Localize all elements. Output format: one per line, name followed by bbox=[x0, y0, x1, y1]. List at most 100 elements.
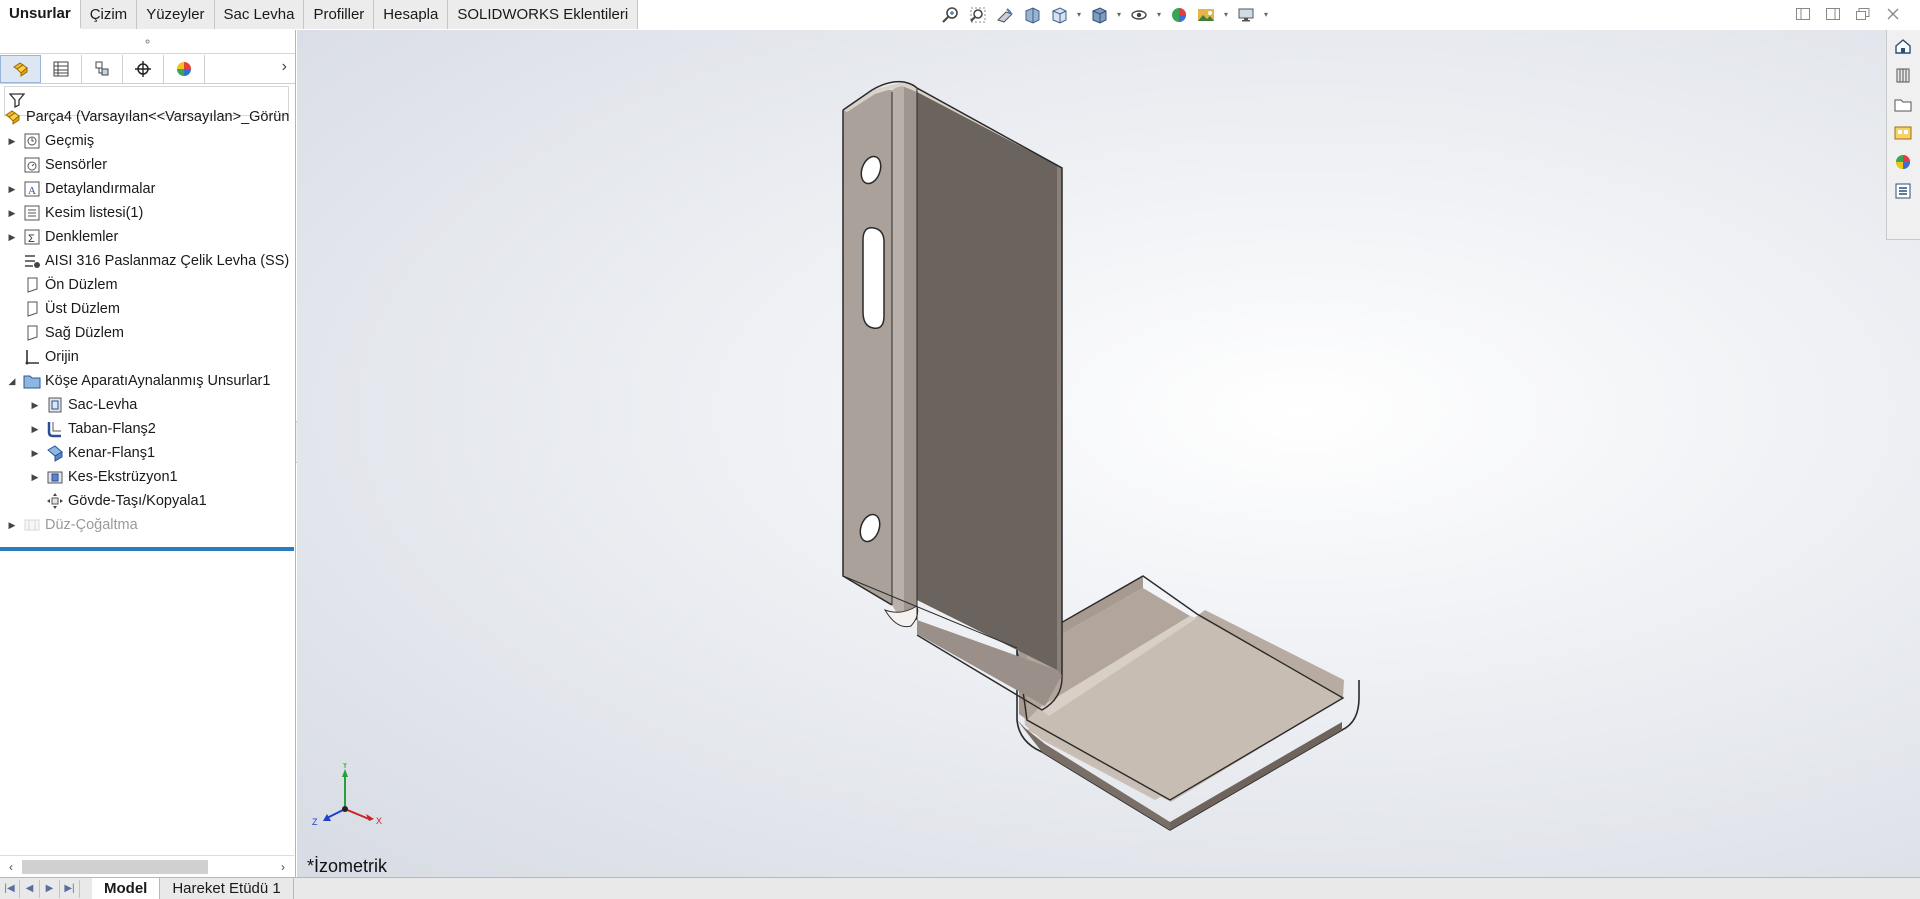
tree-item-folder[interactable]: ◢ Köşe AparatıAynalanmış Unsurlar1 bbox=[0, 369, 271, 393]
expand-arrow-icon[interactable]: ▶ bbox=[29, 441, 41, 465]
solidworks-resources-icon[interactable] bbox=[1889, 33, 1917, 59]
section-view-icon[interactable] bbox=[1021, 4, 1043, 26]
featuremanager-icon[interactable] bbox=[0, 54, 41, 83]
tree-item-plane[interactable]: Üst Düzlem bbox=[0, 297, 120, 321]
expand-arrow-icon[interactable]: ▶ bbox=[6, 225, 18, 249]
view-orientation-icon[interactable] bbox=[1048, 4, 1070, 26]
first-tab-icon[interactable]: |◀ bbox=[0, 879, 20, 898]
edit-appearance-icon[interactable] bbox=[1168, 4, 1190, 26]
next-tab-icon[interactable]: ▶ bbox=[40, 879, 60, 898]
tree-item-label: Üst Düzlem bbox=[45, 301, 120, 317]
heads-up-view-toolbar: ▾ ▾ ▾ ▾ ▾ bbox=[940, 3, 1270, 27]
bottom-tab-model[interactable]: Model bbox=[92, 877, 161, 899]
view-palette-icon[interactable] bbox=[1889, 120, 1917, 146]
graphics-area[interactable]: Y X Z *İzometrik bbox=[297, 30, 1920, 877]
tree-item-label: Köşe AparatıAynalanmış Unsurlar1 bbox=[45, 373, 271, 389]
sheet-metal-icon bbox=[45, 395, 65, 415]
tree-item-cut-extrude[interactable]: ▶ Kes-Ekstrüzyon1 bbox=[23, 465, 178, 489]
bottom-tab-hareket-etüdü-1[interactable]: Hareket Etüdü 1 bbox=[160, 877, 294, 899]
expand-arrow-icon[interactable]: ▶ bbox=[6, 201, 18, 225]
tab-unsurlar[interactable]: Unsurlar bbox=[0, 0, 81, 29]
restore-icon[interactable] bbox=[1854, 6, 1872, 22]
tab-çizim[interactable]: Çizim bbox=[80, 0, 138, 29]
expand-arrow-icon[interactable]: ▶ bbox=[29, 417, 41, 441]
scroll-right-icon[interactable]: › bbox=[272, 860, 294, 874]
tree-item-origin[interactable]: Orijin bbox=[0, 345, 79, 369]
expand-arrow-icon[interactable]: ▶ bbox=[6, 513, 18, 537]
tree-item-base-flange[interactable]: ▶ Taban-Flanş2 bbox=[23, 417, 156, 441]
configurationmanager-icon[interactable] bbox=[82, 54, 123, 83]
sensors-icon bbox=[22, 155, 42, 175]
chevron-down-icon[interactable]: ▾ bbox=[1222, 4, 1230, 26]
hide-show-items-icon[interactable] bbox=[1128, 4, 1150, 26]
tree-horizontal-scrollbar[interactable]: ‹ › bbox=[0, 855, 294, 877]
appearances-icon[interactable] bbox=[1889, 149, 1917, 175]
tree-item-annotations[interactable]: ▶ A Detaylandırmalar bbox=[0, 177, 156, 201]
tree-item-label: Detaylandırmalar bbox=[45, 181, 156, 197]
sheet-metal-bracket-model[interactable] bbox=[297, 30, 1920, 877]
custom-properties-icon[interactable] bbox=[1889, 178, 1917, 204]
expand-arrow-icon[interactable]: ▶ bbox=[29, 393, 41, 417]
tab-profiller[interactable]: Profiller bbox=[304, 0, 375, 29]
plane-icon bbox=[22, 275, 42, 295]
file-explorer-icon[interactable] bbox=[1889, 91, 1917, 117]
tab-hesapla[interactable]: Hesapla bbox=[374, 0, 449, 29]
base-flange-icon bbox=[45, 419, 65, 439]
tree-item-history[interactable]: ▶ Geçmiş bbox=[0, 129, 95, 153]
origin-icon bbox=[22, 347, 42, 367]
collapse-arrow-icon[interactable]: ◢ bbox=[6, 369, 18, 393]
tab-sac-levha[interactable]: Sac Levha bbox=[214, 0, 305, 29]
apply-scene-icon[interactable] bbox=[1195, 4, 1217, 26]
tree-item-label: Ön Düzlem bbox=[45, 277, 118, 293]
tree-item-material[interactable]: AISI 316 Paslanmaz Çelik Levha (SS) bbox=[0, 249, 289, 273]
zoom-to-fit-icon[interactable] bbox=[940, 4, 962, 26]
previous-view-icon[interactable] bbox=[994, 4, 1016, 26]
panel-grip[interactable]: ⚬ bbox=[0, 30, 295, 54]
rollback-bar[interactable] bbox=[0, 547, 294, 551]
zoom-to-area-icon[interactable] bbox=[967, 4, 989, 26]
chevron-right-icon[interactable]: › bbox=[282, 58, 287, 76]
expand-arrow-icon[interactable]: ▶ bbox=[6, 129, 18, 153]
part-icon bbox=[3, 107, 23, 127]
tree-root-part[interactable]: Parça4 (Varsayılan<<Varsayılan>_Görün bbox=[0, 105, 289, 129]
tree-item-label: Denklemler bbox=[45, 229, 119, 245]
triad-x-label: X bbox=[376, 816, 382, 826]
tree-item-label: Kes-Ekstrüzyon1 bbox=[68, 469, 178, 485]
expand-arrow-icon[interactable]: ▶ bbox=[29, 465, 41, 489]
chevron-down-icon[interactable]: ▾ bbox=[1075, 4, 1083, 26]
tree-item-label: Sağ Düzlem bbox=[45, 325, 124, 341]
feature-manager-panel: ⚬ › Parça4 (Varsayılan<<Varsayılan>_Görü… bbox=[0, 30, 296, 877]
tree-item-plane[interactable]: Sağ Düzlem bbox=[0, 321, 124, 345]
tree-item-move-copy-body[interactable]: Gövde-Taşı/Kopyala1 bbox=[23, 489, 207, 513]
tree-item-cut-list[interactable]: ▶ Kesim listesi(1) bbox=[0, 201, 144, 225]
close-icon[interactable] bbox=[1884, 6, 1902, 22]
tile-left-icon[interactable] bbox=[1794, 6, 1812, 22]
tree-item-equations[interactable]: ▶ Σ Denklemler bbox=[0, 225, 119, 249]
scroll-thumb[interactable] bbox=[22, 859, 208, 874]
plane-icon bbox=[22, 323, 42, 343]
prev-tab-icon[interactable]: ◀ bbox=[20, 879, 40, 898]
expand-arrow-icon[interactable]: ▶ bbox=[6, 177, 18, 201]
tree-item-label: Sensörler bbox=[45, 157, 108, 173]
plane-icon bbox=[22, 299, 42, 319]
displaymanager-icon[interactable] bbox=[164, 54, 205, 83]
chevron-down-icon[interactable]: ▾ bbox=[1262, 4, 1270, 26]
propertymanager-icon[interactable] bbox=[41, 54, 82, 83]
dimxpert-icon[interactable] bbox=[123, 54, 164, 83]
chevron-down-icon[interactable]: ▾ bbox=[1155, 4, 1163, 26]
tile-right-icon[interactable] bbox=[1824, 6, 1842, 22]
tree-item-sheet-metal[interactable]: ▶ Sac-Levha bbox=[23, 393, 138, 417]
tab-solidworks-eklentileri[interactable]: SOLIDWORKS Eklentileri bbox=[448, 0, 639, 29]
tree-item-edge-flange[interactable]: ▶ Kenar-Flanş1 bbox=[23, 441, 155, 465]
tab-yüzeyler[interactable]: Yüzeyler bbox=[137, 0, 215, 29]
tree-item-label: Kesim listesi(1) bbox=[45, 205, 144, 221]
view-settings-icon[interactable] bbox=[1235, 4, 1257, 26]
scroll-left-icon[interactable]: ‹ bbox=[0, 860, 22, 874]
tree-item-sensors[interactable]: Sensörler bbox=[0, 153, 107, 177]
chevron-down-icon[interactable]: ▾ bbox=[1115, 4, 1123, 26]
tree-item-plane[interactable]: Ön Düzlem bbox=[0, 273, 118, 297]
last-tab-icon[interactable]: ▶| bbox=[60, 879, 80, 898]
display-style-icon[interactable] bbox=[1088, 4, 1110, 26]
tree-item-flat-pattern[interactable]: ▶ Düz-Çoğaltma bbox=[0, 513, 138, 537]
design-library-icon[interactable] bbox=[1889, 62, 1917, 88]
